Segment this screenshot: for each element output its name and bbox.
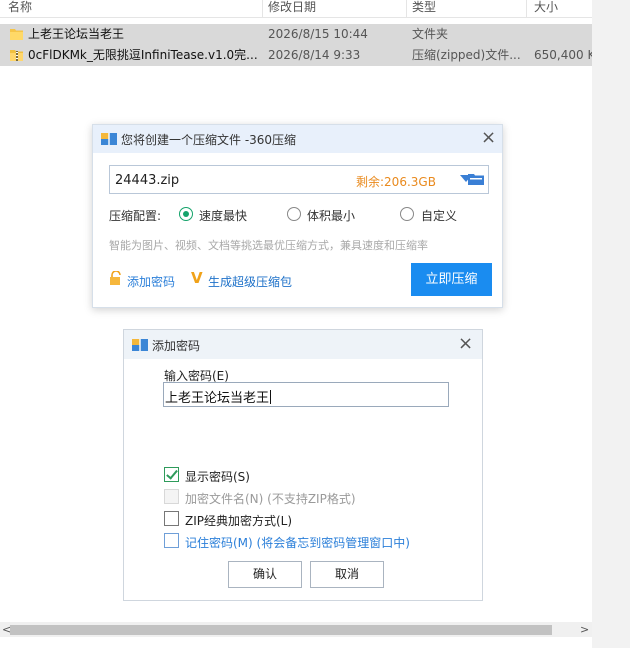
column-divider[interactable]	[526, 0, 527, 18]
compress-dialog: 您将创建一个压缩文件 -360压缩 × 24443.zip 剩余:206.3GB…	[92, 124, 503, 308]
close-icon[interactable]: ×	[481, 129, 496, 147]
file-name: 上老王论坛当老王	[28, 27, 125, 41]
cancel-button[interactable]: 取消	[310, 561, 384, 588]
encrypt-filename-label: 加密文件名(N) (不支持ZIP格式)	[185, 492, 356, 506]
column-name[interactable]: 名称	[8, 0, 32, 14]
archive-app-icon	[132, 339, 148, 351]
scroll-thumb[interactable]	[10, 625, 552, 635]
output-filename[interactable]: 24443.zip	[115, 173, 179, 188]
show-password-checkbox[interactable]	[164, 467, 179, 482]
file-list-header: 名称 修改日期 类型 大小	[0, 0, 592, 18]
free-space-label: 剩余:206.3GB	[356, 175, 436, 189]
file-modified: 2026/8/15 10:44	[268, 27, 368, 41]
password-dialog-title: 添加密码	[152, 339, 201, 353]
password-dialog-titlebar[interactable]: 添加密码 ×	[124, 330, 482, 359]
compress-hint: 智能为图片、视频、文档等挑选最优压缩方式，兼具速度和压缩率	[109, 239, 428, 252]
file-row[interactable]: 上老王论坛当老王 2026/8/15 10:44 文件夹	[0, 24, 592, 45]
browse-folder-icon[interactable]	[468, 172, 484, 186]
file-name: 0cFlDKMk_无限挑逗InfiniTease.v1.0完...	[28, 48, 258, 62]
radio-fastest[interactable]	[179, 207, 193, 221]
screen: 名称 修改日期 类型 大小 上老王论坛当老王 2026/8/15 10:44 文…	[0, 0, 630, 648]
vertical-scrollbar-area[interactable]	[592, 0, 630, 648]
remember-password-label[interactable]: 记住密码(M) (将会备忘到密码管理窗口中)	[185, 534, 410, 551]
column-divider[interactable]	[262, 0, 263, 18]
zip-file-icon	[10, 50, 23, 61]
file-modified: 2026/8/14 9:33	[268, 48, 361, 62]
file-type: 压缩(zipped)文件...	[412, 48, 521, 62]
close-icon[interactable]: ×	[458, 335, 473, 353]
confirm-button[interactable]: 确认	[228, 561, 302, 588]
text-caret	[270, 390, 272, 404]
archive-app-icon	[101, 133, 117, 145]
compress-now-button[interactable]: 立即压缩	[411, 263, 492, 296]
horizontal-scrollbar[interactable]: < >	[0, 622, 592, 637]
radio-custom[interactable]	[400, 207, 414, 221]
zip-classic-encryption-checkbox[interactable]	[164, 511, 179, 526]
compress-dialog-title: 您将创建一个压缩文件 -360压缩	[121, 133, 297, 147]
column-size[interactable]: 大小	[534, 0, 558, 14]
compress-dialog-titlebar[interactable]: 您将创建一个压缩文件 -360压缩 ×	[93, 125, 502, 153]
column-divider[interactable]	[406, 0, 407, 18]
file-row[interactable]: 0cFlDKMk_无限挑逗InfiniTease.v1.0完... 2026/8…	[0, 45, 596, 66]
zip-classic-encryption-label[interactable]: ZIP经典加密方式(L)	[185, 512, 292, 529]
super-package-link[interactable]: 生成超级压缩包	[208, 273, 292, 290]
add-password-dialog: 添加密码 × 输入密码(E) 上老王论坛当老王 显示密码(S) 加密文件名(N)…	[123, 329, 483, 601]
option-custom-label[interactable]: 自定义	[421, 207, 457, 224]
encrypt-filename-checkbox	[164, 489, 179, 504]
option-smallest-label[interactable]: 体积最小	[307, 207, 355, 224]
password-value: 上老王论坛当老王	[165, 387, 272, 406]
show-password-label[interactable]: 显示密码(S)	[185, 468, 250, 485]
lock-icon[interactable]	[109, 271, 123, 285]
output-path-field[interactable]: 24443.zip 剩余:206.3GB	[109, 165, 489, 194]
file-type: 文件夹	[412, 27, 449, 41]
column-type[interactable]: 类型	[412, 0, 436, 14]
add-password-link[interactable]: 添加密码	[127, 273, 175, 290]
radio-smallest[interactable]	[287, 207, 301, 221]
password-text: 上老王论坛当老王	[165, 391, 270, 406]
file-size: 650,400 K	[534, 48, 596, 62]
remember-password-checkbox[interactable]	[164, 533, 179, 548]
super-package-suffix: 超级压缩包	[232, 275, 293, 289]
super-package-prefix: 生成	[208, 275, 233, 289]
option-fastest-label[interactable]: 速度最快	[199, 207, 247, 224]
folder-icon	[10, 29, 23, 40]
vip-v-icon: V	[191, 269, 203, 287]
column-modified[interactable]: 修改日期	[268, 0, 316, 14]
scroll-right-arrow[interactable]: >	[580, 622, 589, 637]
compress-config-label: 压缩配置:	[109, 209, 162, 223]
password-input[interactable]: 上老王论坛当老王	[163, 382, 449, 407]
